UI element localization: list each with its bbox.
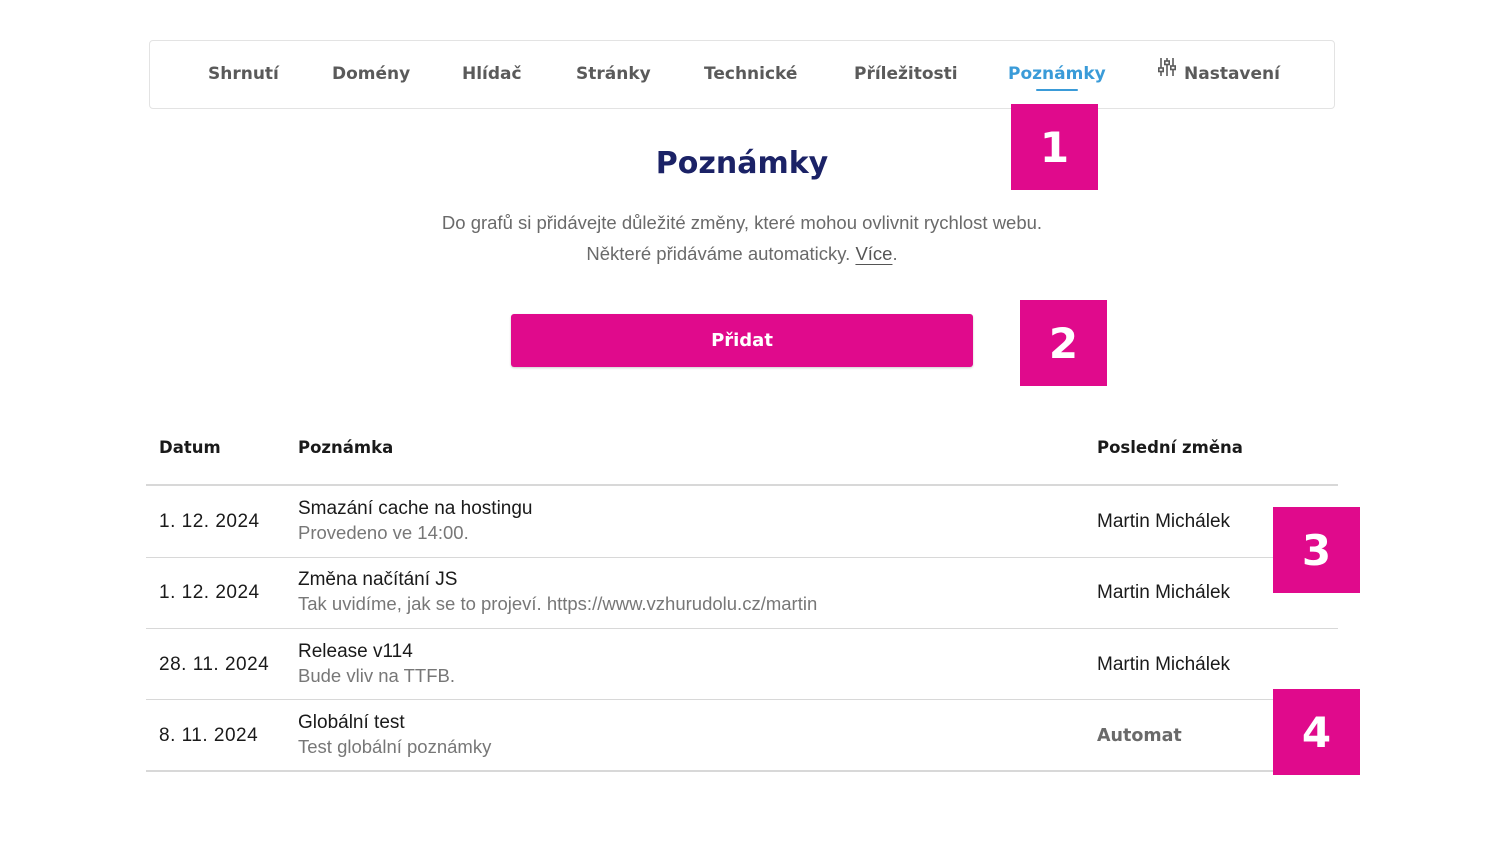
tab-technicke[interactable]: Technické [704,41,797,108]
row-author: Automat [1097,726,1182,746]
top-navigation: Shrnutí Domény Hlídač Stránky Technické … [149,40,1335,109]
row-note-subtitle: Tak uvidíme, jak se to projeví. https://… [298,593,818,614]
add-note-button[interactable]: Přidat [511,314,973,367]
row-note-subtitle: Bude vliv na TTFB. [298,665,455,686]
tab-prilezitosti[interactable]: Příležitosti [854,41,958,108]
page-description-line2: Některé přidáváme automaticky. Více. [0,243,1484,265]
table-row[interactable]: 8. 11. 2024 Globální test Test globální … [146,700,1338,772]
tab-label: Domény [332,64,411,84]
row-note-subtitle: Test globální poznámky [298,736,492,757]
column-header-note: Poznámka [298,438,394,457]
tab-label: Shrnutí [208,64,279,84]
row-date: 8. 11. 2024 [159,725,259,746]
more-link[interactable]: Více [855,243,892,264]
tab-label: Stránky [576,64,651,84]
tab-hlidac[interactable]: Hlídač [462,41,522,108]
row-note-title: Globální test [298,712,405,733]
tab-label: Poznámky [1008,64,1106,84]
row-date: 28. 11. 2024 [159,654,270,675]
page-title: Poznámky [655,146,829,181]
annotation-badge-2: 2 [1020,300,1107,386]
column-header-last-change: Poslední změna [1097,438,1243,457]
annotation-badge-4: 4 [1273,689,1360,775]
description-suffix: . [892,243,898,264]
page-description: Do grafů si přidávejte důležité změny, k… [441,212,1043,233]
row-note-subtitle: Provedeno ve 14:00. [298,522,469,543]
row-note-title: Release v114 [298,641,413,662]
tab-poznamky[interactable]: Poznámky [1008,41,1106,108]
tab-label: Technické [704,64,798,84]
row-note-title: Smazání cache na hostingu [298,498,533,519]
annotation-badge-3: 3 [1273,507,1360,593]
description-text: Některé přidáváme automaticky. [586,243,851,264]
row-author: Martin Michálek [1097,582,1231,603]
sliders-icon [1158,39,1177,106]
tab-domeny[interactable]: Domény [332,41,410,108]
row-author: Martin Michálek [1097,511,1231,532]
row-author: Martin Michálek [1097,654,1231,675]
row-date: 1. 12. 2024 [159,582,260,603]
tab-label: Hlídač [462,64,522,84]
table-row[interactable]: 28. 11. 2024 Release v114 Bude vliv na T… [146,629,1338,701]
tab-label: Nastavení [1184,64,1280,84]
column-header-date: Datum [159,438,221,457]
row-note-title: Změna načítání JS [298,569,458,590]
tab-stranky[interactable]: Stránky [576,41,651,108]
tab-shrnuti[interactable]: Shrnutí [208,41,279,108]
row-date: 1. 12. 2024 [159,511,260,532]
tab-nastaveni[interactable]: Nastavení [1158,41,1280,108]
table-row[interactable]: 1. 12. 2024 Změna načítání JS Tak uvidím… [146,557,1338,629]
table-bottom-divider [146,770,1338,772]
tab-label: Příležitosti [854,64,958,84]
active-tab-indicator [1036,89,1078,91]
table-row[interactable]: 1. 12. 2024 Smazání cache na hostingu Pr… [146,486,1338,558]
